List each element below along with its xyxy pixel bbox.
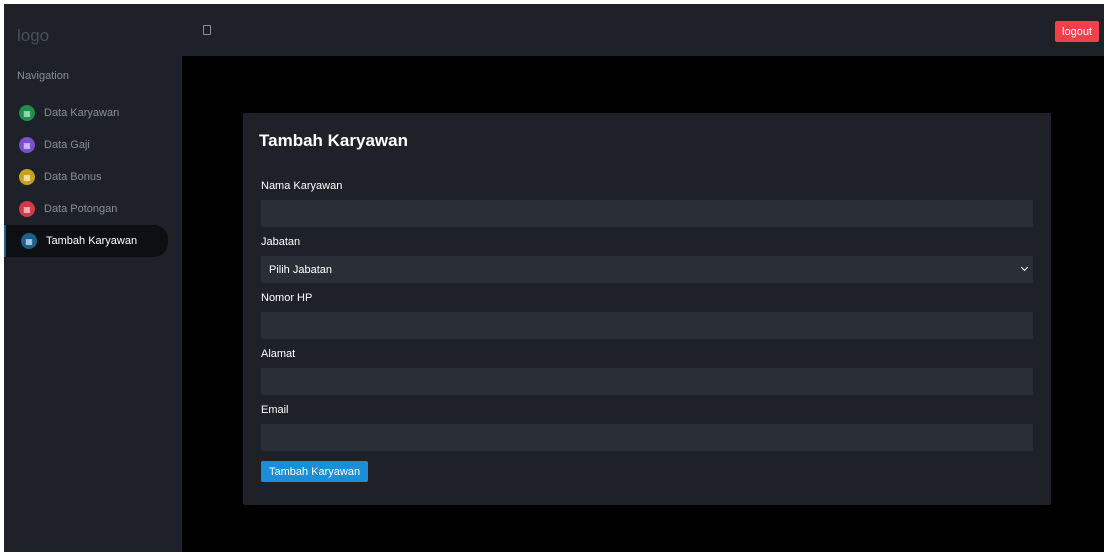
hp-input[interactable] [261,312,1033,339]
nav-title: Navigation [17,70,69,82]
sidebar-item-label: Data Bonus [44,171,102,183]
page-title: Tambah Karyawan [259,131,408,150]
user-plus-icon: ▦ [21,233,37,249]
jabatan-selected-value: Pilih Jabatan [269,263,332,276]
email-input[interactable] [261,424,1033,451]
jabatan-select[interactable]: Pilih Jabatan [261,256,1033,283]
sidebar-item-data-karyawan[interactable]: ▦ Data Karyawan [4,97,168,129]
logo: logo [17,26,50,45]
nama-label: Nama Karyawan [261,180,343,192]
sidebar-item-label: Data Gaji [44,139,90,151]
add-employee-form: Nama Karyawan Jabatan Pilih Jabatan Nomo… [261,179,1033,482]
sidebar-item-label: Data Karyawan [44,107,120,119]
sidebar-item-label: Tambah Karyawan [46,235,138,247]
scissors-icon: ▦ [19,201,35,217]
sidebar-item-data-gaji[interactable]: ▦ Data Gaji [4,129,168,161]
jabatan-label: Jabatan [261,236,301,248]
submit-button[interactable]: Tambah Karyawan [261,461,369,482]
topbar: logout [182,4,1104,56]
sidebar-item-data-bonus[interactable]: ▦ Data Bonus [4,161,168,193]
gift-icon: ▦ [19,169,35,185]
users-icon: ▦ [19,105,35,121]
alamat-input[interactable] [261,368,1033,395]
form-card: Tambah Karyawan Nama Karyawan Jabatan Pi… [243,113,1051,505]
menu-toggle-icon[interactable] [203,25,211,35]
sidebar-item-label: Data Potongan [44,203,118,215]
sidebar-item-tambah-karyawan[interactable]: ▦ Tambah Karyawan [4,225,168,257]
chevron-down-icon [1020,263,1029,272]
sidebar-nav: ▦ Data Karyawan ▦ Data Gaji ▦ Data Bonus… [4,97,182,257]
sidebar: logo Navigation ▦ Data Karyawan ▦ Data G… [4,4,182,552]
email-label: Email [261,404,289,416]
alamat-label: Alamat [261,348,296,360]
app-frame: logo Navigation ▦ Data Karyawan ▦ Data G… [4,4,1104,552]
nama-input[interactable] [261,200,1033,227]
money-icon: ▦ [19,137,35,153]
hp-label: Nomor HP [261,292,313,304]
sidebar-item-data-potongan[interactable]: ▦ Data Potongan [4,193,168,225]
logout-button[interactable]: logout [1055,21,1099,42]
